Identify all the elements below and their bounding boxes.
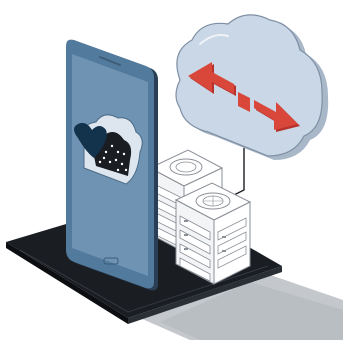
server-rack-front — [174, 182, 252, 285]
cloud-sync-scene — [0, 0, 343, 340]
illustration-canvas — [6, 14, 343, 340]
cloud-icon — [175, 14, 329, 160]
